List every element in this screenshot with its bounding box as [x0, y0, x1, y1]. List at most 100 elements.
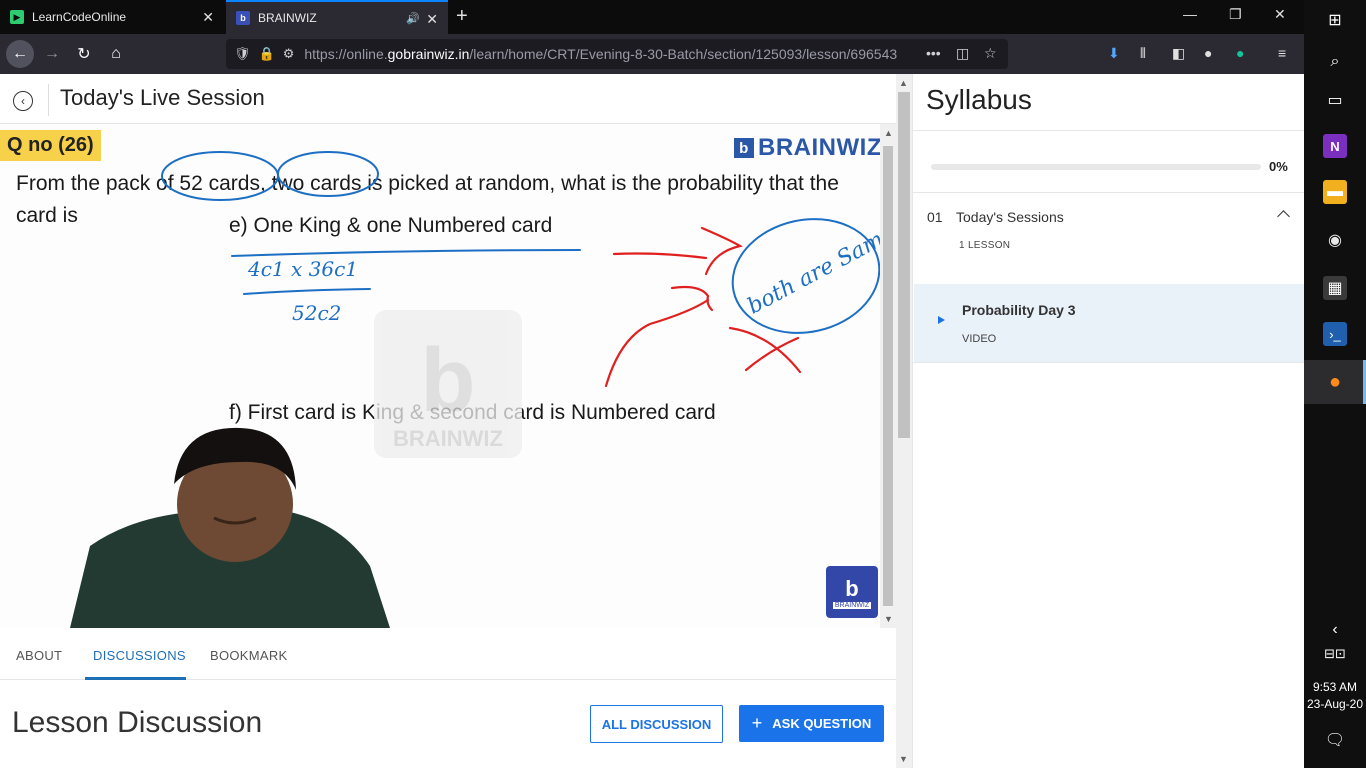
play-icon — [938, 316, 945, 324]
scroll-down-icon[interactable]: ▼ — [884, 614, 893, 624]
syllabus-divider — [913, 192, 1305, 193]
video-scrollbar[interactable]: ▲ ▼ — [880, 124, 896, 628]
presenter-video — [70, 427, 390, 628]
video-player[interactable]: Q no (26) b BRAINWIZ From the pack of 52 … — [0, 124, 880, 628]
home-icon[interactable]: ⌂ — [102, 40, 130, 68]
tab-title: BRAINWIZ — [258, 11, 317, 25]
arrow-line-2 — [604, 298, 710, 388]
powershell-icon[interactable]: ›_ — [1323, 322, 1347, 346]
browser-tab-strip: ▶ LearnCodeOnline ✕ b BRAINWIZ 🔊 ✕ + — ❐… — [0, 0, 1304, 34]
task-view-icon[interactable]: ▭ — [1323, 88, 1347, 112]
speaker-icon[interactable]: 🔊 — [406, 12, 420, 25]
tab-brainwiz[interactable]: b BRAINWIZ 🔊 ✕ — [226, 0, 448, 34]
circle-two-cards — [277, 151, 379, 197]
sidebar-icon[interactable]: ◧ — [1172, 45, 1185, 62]
chevron-up-icon[interactable] — [1277, 210, 1290, 223]
reload-icon[interactable]: ↻ — [70, 40, 98, 68]
progress-percent: 0% — [1269, 159, 1288, 174]
formula-bottom: 52c2 — [292, 301, 341, 325]
fraction-bar — [243, 288, 371, 295]
scroll-up-icon[interactable]: ▲ — [899, 78, 908, 88]
browser-nav-bar: ← → ↻ ⌂ 🛡 🔒 ⚙ https://online.gobrainwiz.… — [0, 34, 1304, 74]
restore-icon[interactable]: ❐ — [1229, 6, 1242, 23]
url-bar[interactable]: 🛡 🔒 ⚙ https://online.gobrainwiz.in/learn… — [226, 39, 1008, 69]
progress-bar — [931, 164, 1261, 170]
tab-discussions[interactable]: DISCUSSIONS — [93, 648, 186, 663]
menu-hamburger-icon[interactable]: ≡ — [1278, 45, 1286, 61]
windows-start-icon[interactable]: ⊞ — [1323, 8, 1347, 32]
back-arrow-icon[interactable]: ← — [6, 40, 34, 68]
firefox-icon[interactable]: ● — [1323, 370, 1347, 394]
cross-2 — [744, 336, 800, 372]
lesson-discussion-title: Lesson Discussion — [12, 706, 263, 739]
cross-1 — [728, 326, 802, 374]
taskbar-time[interactable]: 9:53 AM — [1304, 680, 1366, 694]
syllabus-panel: Syllabus 0% 01 Today's Sessions 1 LESSON… — [912, 74, 1305, 768]
back-circle-icon[interactable]: ‹ — [13, 91, 33, 111]
tab-learncodeonline[interactable]: ▶ LearnCodeOnline ✕ — [0, 0, 224, 34]
tab-title: LearnCodeOnline — [32, 10, 127, 24]
tab-bookmark[interactable]: BOOKMARK — [210, 648, 288, 663]
syllabus-title: Syllabus — [926, 84, 1032, 115]
syllabus-divider — [913, 362, 1305, 363]
page-scrollbar[interactable]: ▲ ▼ — [896, 74, 912, 768]
media-player-icon[interactable]: ◉ — [1323, 228, 1347, 252]
chevron-left-icon[interactable]: ‹ — [1323, 618, 1347, 642]
onenote-icon[interactable]: N — [1323, 134, 1347, 158]
formula-top: 4c1 x 36c1 — [247, 257, 358, 281]
lesson-type: VIDEO — [962, 333, 997, 345]
close-icon[interactable]: ✕ — [426, 11, 438, 28]
window-close-icon[interactable]: ✕ — [1274, 6, 1286, 23]
lock-icon[interactable]: 🔒 — [259, 46, 275, 62]
page-actions-icon[interactable]: ••• — [926, 45, 941, 61]
windows-taskbar: ⊞ ⌕ ▭ N ▬ ◉ ▦ ›_ ● ‹ ⊟⊡ 9:53 AM 23-Aug-2… — [1304, 0, 1366, 768]
taskbar-date[interactable]: 23-Aug-20 — [1304, 697, 1366, 711]
page-scroll-thumb[interactable] — [898, 92, 910, 438]
ask-question-button[interactable]: + ASK QUESTION — [739, 705, 884, 742]
pocket-icon[interactable]: ◫ — [956, 45, 969, 62]
web-page: ‹ Today's Live Session Q no (26) b BRAINW… — [0, 74, 1305, 768]
plus-icon: + — [751, 713, 763, 733]
calculator-icon[interactable]: ▦ — [1323, 276, 1347, 300]
active-tab-indicator — [85, 677, 186, 680]
lesson-tabs: ABOUT DISCUSSIONS BOOKMARK — [0, 628, 896, 680]
circle-52-cards — [161, 151, 279, 201]
note-text: both are Same — [744, 221, 880, 320]
scroll-up-icon[interactable]: ▲ — [884, 128, 893, 138]
lesson-title: Today's Live Session — [60, 85, 265, 110]
search-icon[interactable]: ⌕ — [1323, 50, 1347, 74]
url-text[interactable]: https://online.gobrainwiz.in/learn/home/… — [304, 46, 904, 62]
syllabus-divider — [913, 130, 1305, 131]
section-lesson-count: 1 LESSON — [959, 240, 1011, 251]
new-tab-plus-icon[interactable]: + — [456, 5, 468, 28]
lesson-name: Probability Day 3 — [962, 302, 1076, 318]
grammarly-icon[interactable]: ● — [1236, 45, 1244, 61]
forward-arrow-icon[interactable]: → — [38, 40, 66, 68]
corner-brainwiz-logo: b BRAINWIZ — [826, 566, 878, 618]
lesson-item-probability-day-3[interactable]: Probability Day 3 VIDEO — [914, 284, 1305, 362]
close-icon[interactable]: ✕ — [202, 9, 214, 26]
lesson-header: ‹ Today's Live Session — [0, 74, 896, 124]
shield-icon[interactable]: 🛡 — [234, 46, 251, 62]
video-scroll-thumb[interactable] — [883, 146, 893, 606]
file-explorer-icon[interactable]: ▬ — [1323, 180, 1347, 204]
section-number: 01 — [927, 209, 943, 225]
section-name[interactable]: Today's Sessions — [956, 209, 1064, 225]
arrow-line-1 — [612, 252, 708, 260]
minimize-icon[interactable]: — — [1183, 6, 1197, 22]
tab-about[interactable]: ABOUT — [16, 648, 62, 663]
download-icon[interactable]: ⬇ — [1108, 45, 1120, 62]
underline-option-e — [231, 249, 581, 257]
screen: ▶ LearnCodeOnline ✕ b BRAINWIZ 🔊 ✕ + — ❐… — [0, 0, 1366, 768]
account-icon[interactable]: ● — [1204, 45, 1212, 61]
scroll-down-icon[interactable]: ▼ — [899, 754, 908, 764]
bookmark-star-icon[interactable]: ☆ — [984, 45, 997, 62]
all-discussion-button[interactable]: ALL DISCUSSION — [590, 705, 723, 743]
brainwiz-favicon-icon: b — [236, 11, 250, 25]
network-icon[interactable]: ⊟⊡ — [1323, 642, 1347, 666]
library-icon[interactable]: ⫴ — [1140, 45, 1146, 62]
notifications-icon[interactable]: 🗨 — [1323, 728, 1347, 752]
arrow-head-2 — [670, 285, 714, 312]
header-divider — [48, 84, 49, 116]
permissions-icon[interactable]: ⚙ — [283, 46, 295, 62]
